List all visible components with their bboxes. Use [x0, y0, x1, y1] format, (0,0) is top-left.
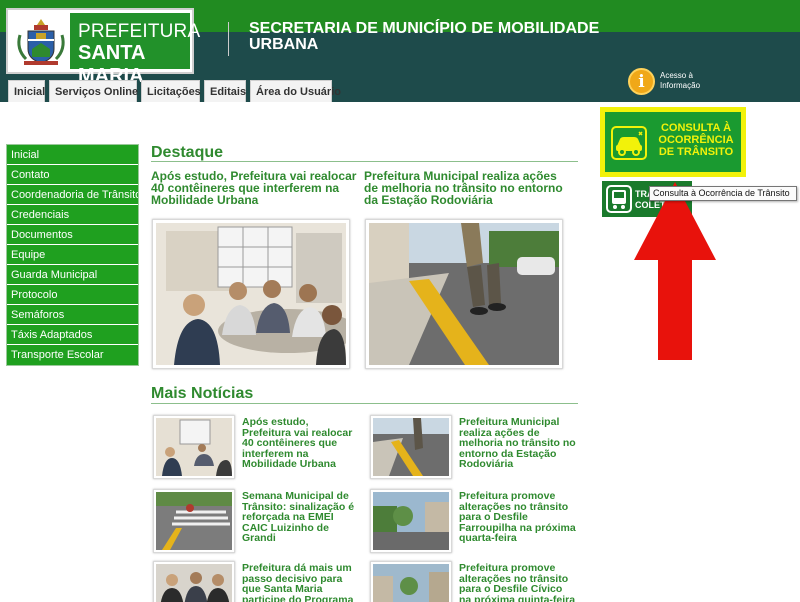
sidebar-menu: Inicial Contato Coordenadoria de Trânsit…: [6, 144, 139, 366]
acesso-informacao-link[interactable]: i Acesso à Informação: [628, 68, 738, 96]
sidebar-item-semaforos[interactable]: Semáforos: [7, 305, 138, 325]
news-text-2: Prefeitura Municipal realiza ações de me…: [459, 417, 576, 470]
news-text-4: Prefeitura promove alterações no trânsit…: [459, 491, 576, 544]
sidebar-item-coordenadoria[interactable]: Coordenadoria de Trânsito: [7, 185, 138, 205]
destaque-title: Destaque: [151, 144, 224, 161]
news-item-4[interactable]: Prefeitura promove alterações no trânsit…: [370, 489, 582, 553]
news-thumb-1: [153, 415, 235, 479]
mais-noticias-title: Mais Notícias: [151, 385, 254, 402]
crosswalk-thumb-image: [156, 492, 232, 550]
news-item-5[interactable]: Prefeitura dá mais um passo decisivo par…: [153, 561, 365, 602]
destaque-photo-2[interactable]: [365, 219, 563, 369]
sidebar-item-credenciais[interactable]: Credenciais: [7, 205, 138, 225]
logo-text-panel: PREFEITURA SANTA MARIA: [70, 13, 200, 87]
site-logo[interactable]: PREFEITURA SANTA MARIA: [6, 8, 200, 87]
news-text-1: Após estudo, Prefeitura vai realocar 40 …: [242, 417, 353, 470]
meeting-thumb-image: [156, 418, 232, 476]
people-thumb-image: [156, 564, 232, 602]
news-thumb-6: [370, 561, 452, 602]
consulta-banner-inner: CONSULTA À OCORRÊNCIA DE TRÂNSITO: [605, 112, 741, 172]
news-item-1[interactable]: Após estudo, Prefeitura vai realocar 40 …: [153, 415, 365, 479]
logo-line1: PREFEITURA: [78, 21, 201, 42]
mais-noticias-rule: [151, 403, 578, 404]
news-thumb-5: [153, 561, 235, 602]
news-thumb-2: [370, 415, 452, 479]
acesso-informacao-label: Acesso à Informação: [660, 71, 701, 90]
news-item-2[interactable]: Prefeitura Municipal realiza ações de me…: [370, 415, 582, 479]
news-text-3: Semana Municipal de Trânsito: sinalizaçã…: [242, 491, 355, 544]
news-text-6: Prefeitura promove alterações no trânsit…: [459, 563, 576, 602]
destaque-headline-1[interactable]: Após estudo, Prefeitura vai realocar 40 …: [151, 170, 357, 206]
red-arrow-annotation: [634, 182, 716, 360]
sidebar-item-protocolo[interactable]: Protocolo: [7, 285, 138, 305]
news-item-3[interactable]: Semana Municipal de Trânsito: sinalizaçã…: [153, 489, 365, 553]
news-text-5: Prefeitura dá mais um passo decisivo par…: [242, 563, 354, 602]
tab-licitacoes[interactable]: Licitações: [141, 80, 201, 102]
parade-street-thumb-image: [373, 564, 449, 602]
road-paint-photo-image: [369, 223, 559, 365]
destaque-photo-1[interactable]: [152, 219, 350, 369]
sidebar-item-equipe[interactable]: Equipe: [7, 245, 138, 265]
city-crest-icon: [12, 13, 70, 69]
tooltip: Consulta à Ocorrência de Trânsito: [649, 186, 797, 201]
street-thumb-image: [373, 492, 449, 550]
tab-area-do-usuario[interactable]: Área do Usuário: [250, 80, 341, 102]
tab-editais[interactable]: Editais: [204, 80, 246, 102]
destaque-headline-2[interactable]: Prefeitura Municipal realiza ações de me…: [364, 170, 574, 206]
tab-servicos-online[interactable]: Serviços Online: [49, 80, 138, 102]
news-thumb-4: [370, 489, 452, 553]
news-item-6[interactable]: Prefeitura promove alterações no trânsit…: [370, 561, 582, 602]
consulta-ocorrencia-banner[interactable]: CONSULTA À OCORRÊNCIA DE TRÂNSITO: [600, 107, 746, 177]
site-header: PREFEITURA SANTA MARIA SECRETARIA DE MUN…: [0, 0, 800, 102]
road-paint-thumb-image: [373, 418, 449, 476]
news-thumb-3: [153, 489, 235, 553]
header-divider: [228, 22, 229, 56]
sidebar-item-transporte-escolar[interactable]: Transporte Escolar: [7, 345, 138, 365]
sidebar-item-inicial[interactable]: Inicial: [7, 145, 138, 165]
tab-inicial[interactable]: Inicial: [8, 80, 45, 102]
sidebar-item-contato[interactable]: Contato: [7, 165, 138, 185]
consulta-label: CONSULTA À OCORRÊNCIA DE TRÂNSITO: [658, 122, 734, 158]
meeting-photo-image: [156, 223, 346, 365]
sidebar-item-documentos[interactable]: Documentos: [7, 225, 138, 245]
bus-icon: [606, 185, 632, 213]
destaque-rule: [151, 161, 578, 162]
sidebar-item-guarda-municipal[interactable]: Guarda Municipal: [7, 265, 138, 285]
page-title: SECRETARIA DE MUNICÍPIO DE MOBILIDADE UR…: [249, 20, 600, 53]
info-icon: i: [628, 68, 655, 95]
car-accident-icon: [611, 126, 647, 160]
sidebar-item-taxis-adaptados[interactable]: Táxis Adaptados: [7, 325, 138, 345]
